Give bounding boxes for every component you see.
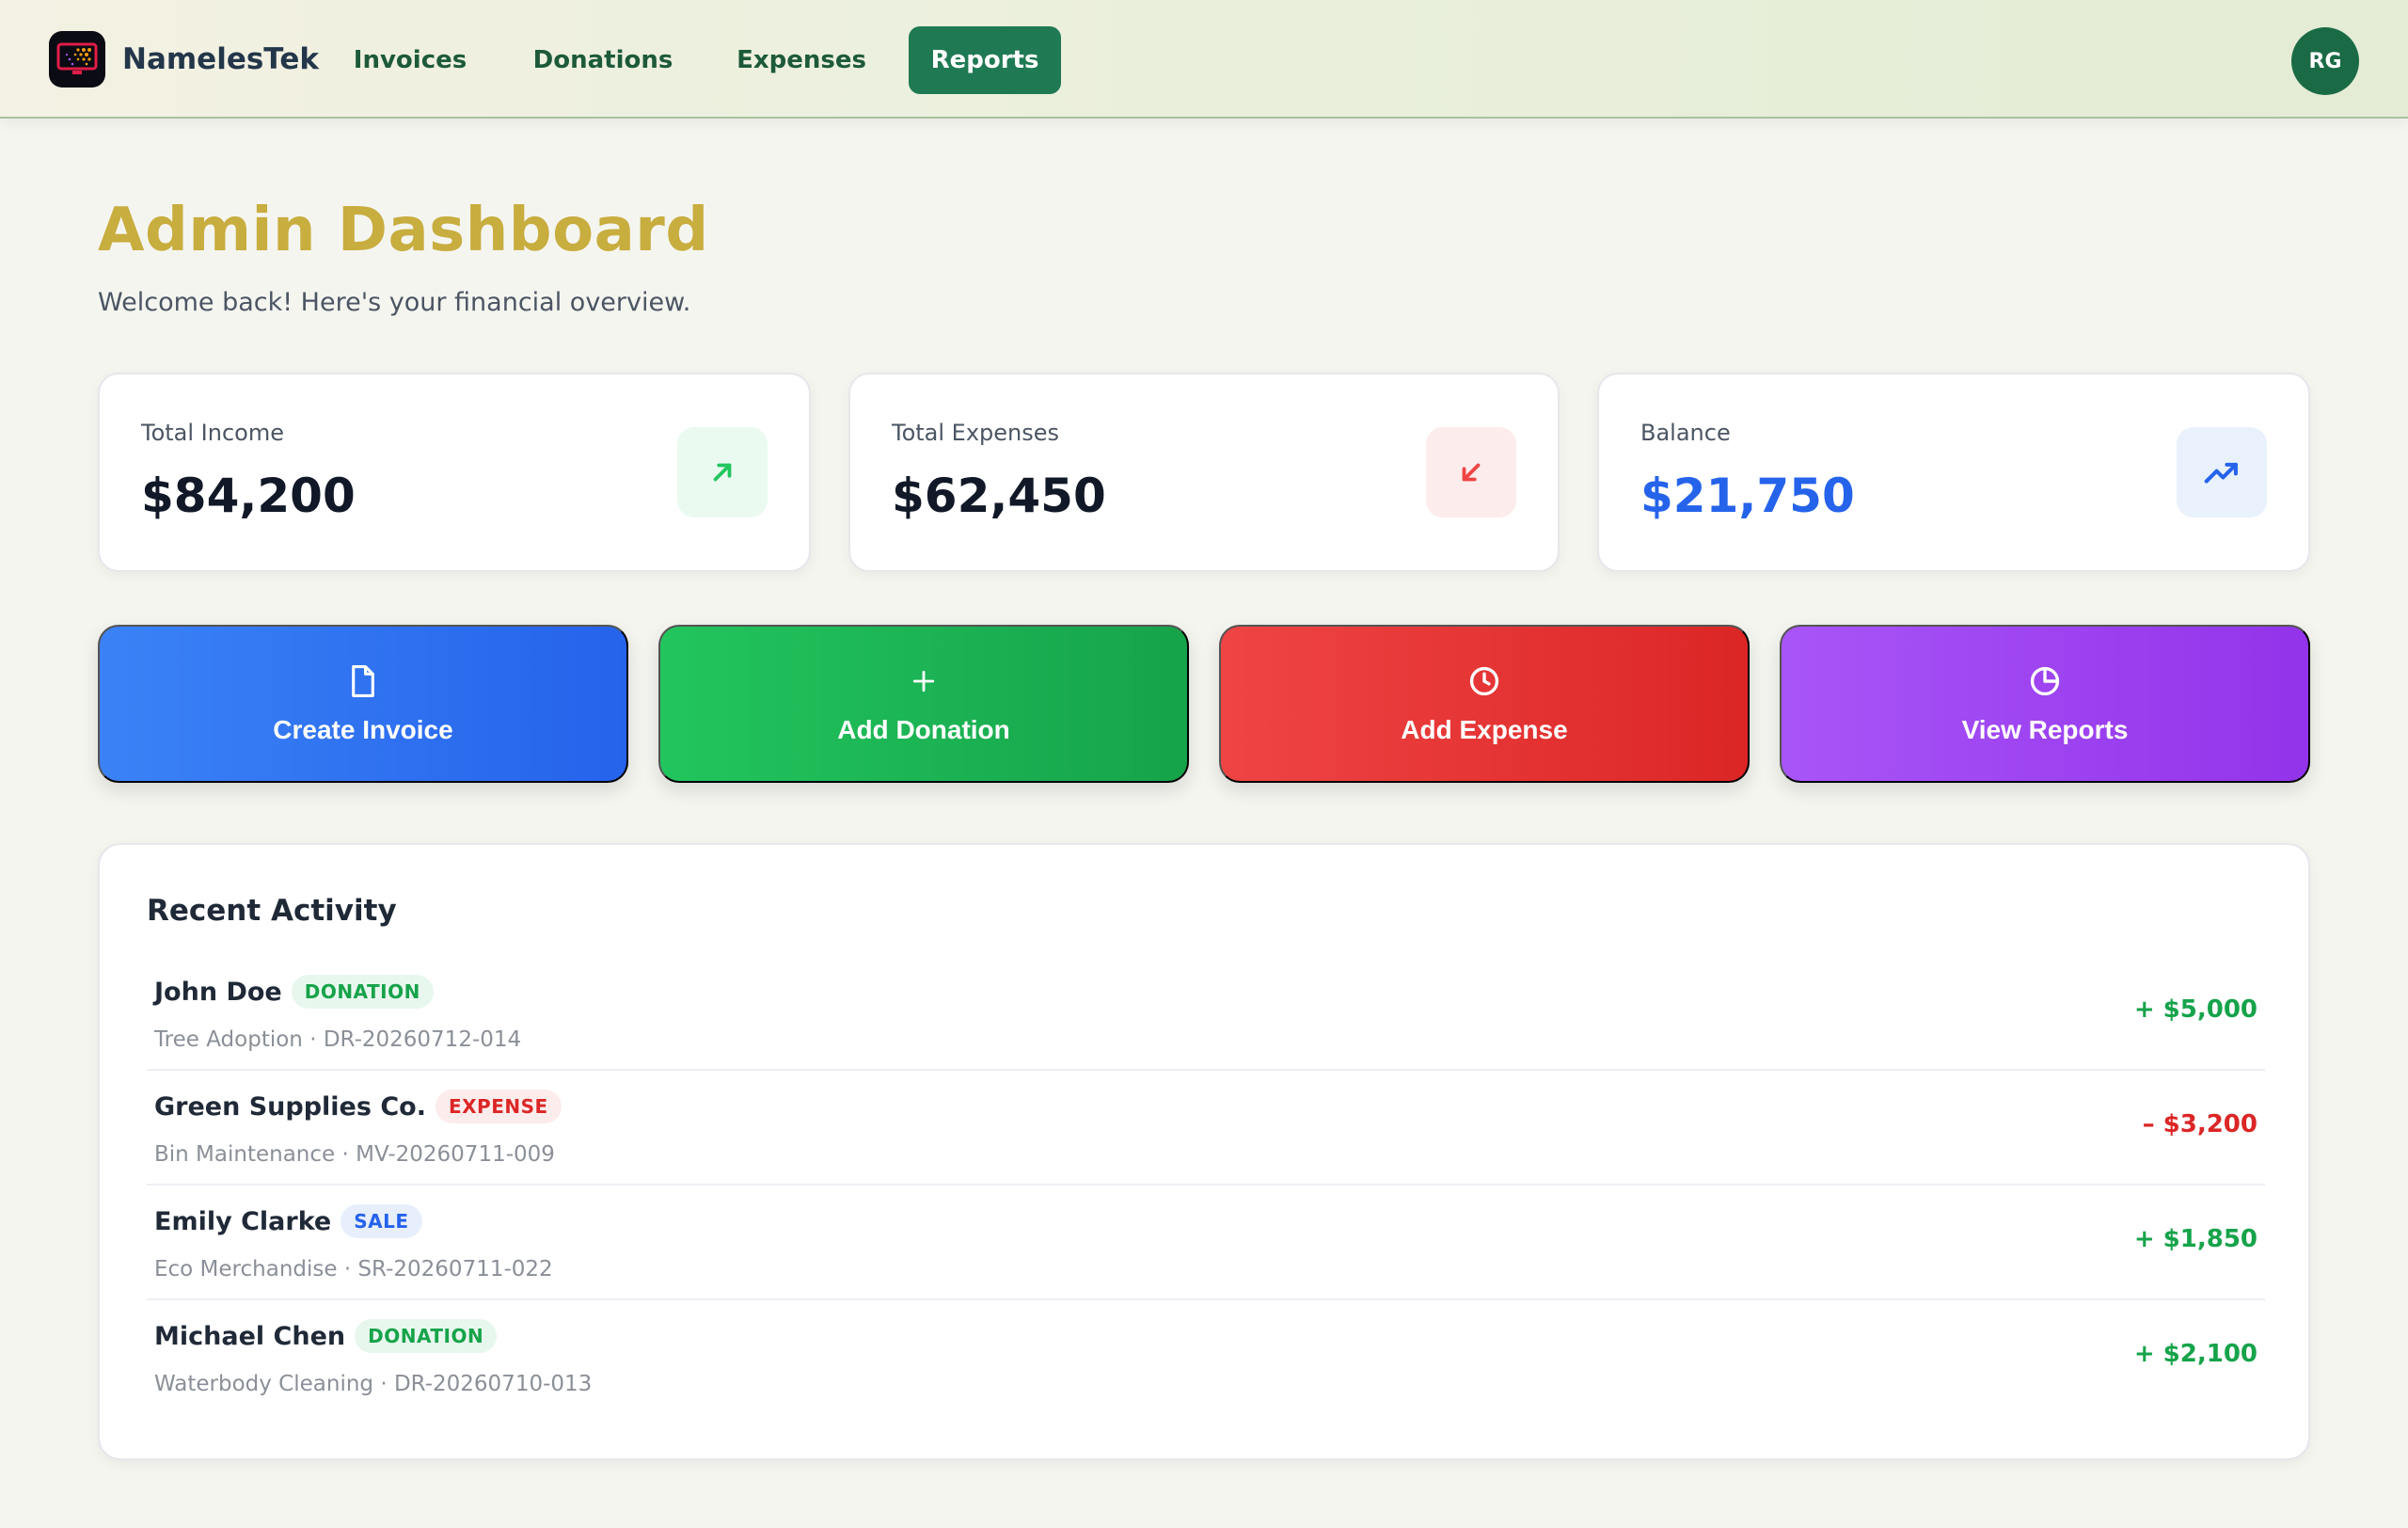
activity-amount: + $1,850 <box>2133 1225 2258 1253</box>
plus-icon <box>911 662 936 700</box>
stat-card-total-expenses: Total Expenses $62,450 <box>848 373 1560 572</box>
brand-name: NamelesTek <box>122 42 319 76</box>
activity-name: Green Supplies Co. <box>154 1091 426 1122</box>
activity-meta: Tree Adoption · DR-20260712-014 <box>154 1027 522 1052</box>
activity-meta: Eco Merchandise · SR-20260711-022 <box>154 1257 553 1281</box>
top-navigation-bar: NamelesTek Invoices Donations Expenses R… <box>0 0 2408 119</box>
create-invoice-label: Create Invoice <box>273 715 453 744</box>
activity-row[interactable]: Michael Chen DONATION Waterbody Cleaning… <box>147 1300 2265 1415</box>
activity-row[interactable]: Green Supplies Co. EXPENSE Bin Maintenan… <box>147 1071 2265 1186</box>
add-expense-button[interactable]: Add Expense <box>1219 625 1750 783</box>
pie-chart-icon <box>2029 662 2061 700</box>
stat-value: $84,200 <box>141 469 356 523</box>
view-reports-button[interactable]: View Reports <box>1780 625 2310 783</box>
activity-name: John Doe <box>154 977 282 1007</box>
recent-activity-title: Recent Activity <box>147 894 397 928</box>
stat-label: Total Income <box>141 420 284 446</box>
logo-icon <box>49 31 105 88</box>
activity-list: John Doe DONATION Tree Adoption · DR-202… <box>147 956 2265 1415</box>
nav-link-invoices[interactable]: Invoices <box>339 26 482 94</box>
nav-link-donations[interactable]: Donations <box>523 26 683 94</box>
view-reports-label: View Reports <box>1961 715 2129 744</box>
clock-icon <box>1468 662 1500 700</box>
nav-link-expenses[interactable]: Expenses <box>724 26 879 94</box>
nav-link-reports[interactable]: Reports <box>909 26 1061 94</box>
arrow-down-left-icon <box>1426 427 1516 517</box>
recent-activity-panel: Recent Activity John Doe DONATION Tree A… <box>98 843 2310 1460</box>
add-expense-label: Add Expense <box>1401 715 1568 744</box>
activity-type-badge: SALE <box>341 1204 422 1238</box>
activity-row[interactable]: Emily Clarke SALE Eco Merchandise · SR-2… <box>147 1186 2265 1300</box>
activity-row[interactable]: John Doe DONATION Tree Adoption · DR-202… <box>147 956 2265 1071</box>
stat-label: Balance <box>1640 420 1731 446</box>
trending-up-icon <box>2177 427 2267 517</box>
stat-value: $21,750 <box>1640 469 1855 523</box>
stat-value: $62,450 <box>892 469 1106 523</box>
add-donation-button[interactable]: Add Donation <box>658 625 1189 783</box>
stat-card-balance: Balance $21,750 <box>1597 373 2310 572</box>
file-icon <box>348 662 378 700</box>
brand[interactable]: NamelesTek <box>49 31 319 88</box>
activity-type-badge: DONATION <box>355 1319 498 1353</box>
activity-meta: Waterbody Cleaning · DR-20260710-013 <box>154 1372 593 1396</box>
activity-type-badge: EXPENSE <box>435 1090 562 1123</box>
activity-name: Michael Chen <box>154 1321 346 1351</box>
create-invoice-button[interactable]: Create Invoice <box>98 625 628 783</box>
activity-type-badge: DONATION <box>291 975 434 1009</box>
activity-meta: Bin Maintenance · MV-20260711-009 <box>154 1142 555 1167</box>
activity-name: Emily Clarke <box>154 1206 332 1236</box>
activity-amount: + $2,100 <box>2133 1340 2258 1368</box>
arrow-up-right-icon <box>677 427 768 517</box>
page-title: Admin Dashboard <box>98 196 709 265</box>
stat-label: Total Expenses <box>892 420 1060 446</box>
activity-amount: + $5,000 <box>2133 995 2258 1024</box>
activity-amount: – $3,200 <box>2142 1110 2258 1138</box>
add-donation-label: Add Donation <box>837 715 1010 744</box>
stat-card-total-income: Total Income $84,200 <box>98 373 811 572</box>
user-avatar[interactable]: RG <box>2291 27 2359 95</box>
page-subtitle: Welcome back! Here's your financial over… <box>98 288 691 317</box>
